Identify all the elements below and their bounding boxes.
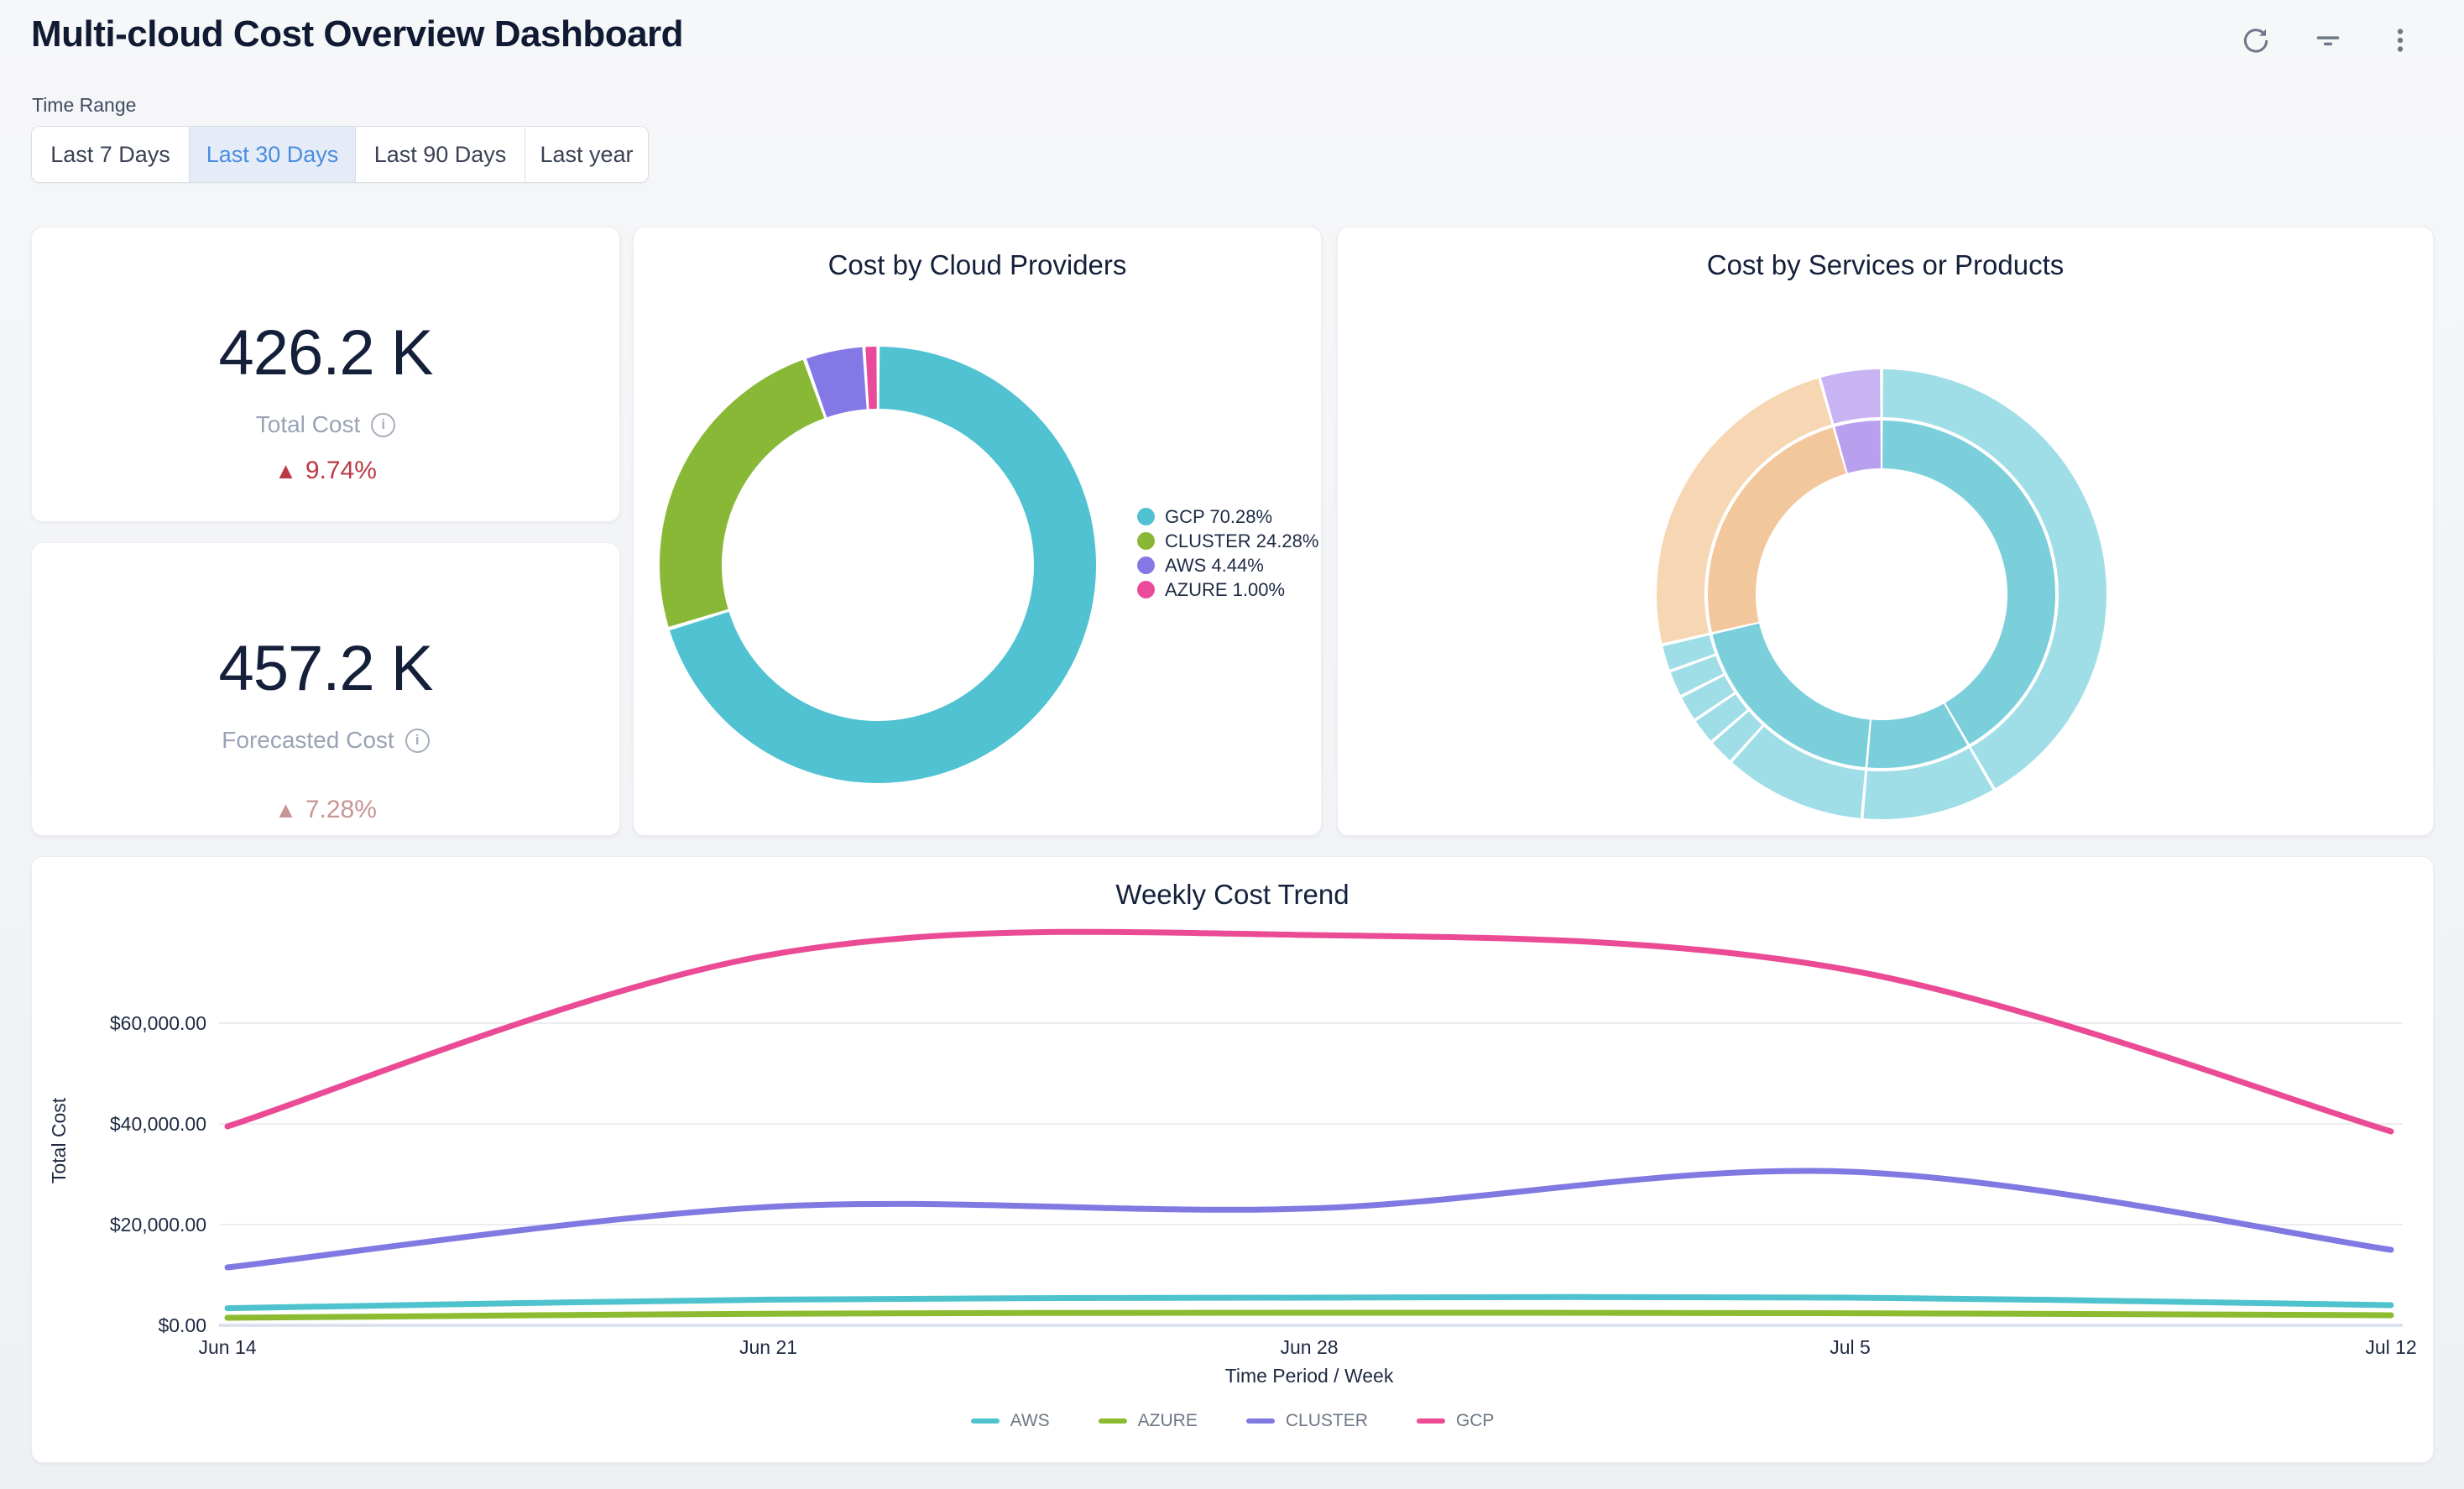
total-cost-card: 426.2 K Total Cost i ▲ 9.74% (31, 227, 620, 522)
forecasted-cost-delta: ▲ 7.28% (274, 795, 377, 825)
legend-dash (971, 1418, 1000, 1424)
legend-label: GCP (1456, 1411, 1495, 1431)
legend-label: AWS (1010, 1411, 1050, 1431)
total-cost-value: 426.2 K (219, 310, 433, 397)
total-cost-delta: ▲ 9.74% (274, 456, 377, 486)
svg-text:$40,000.00: $40,000.00 (110, 1113, 206, 1135)
svg-text:Jun 14: Jun 14 (198, 1336, 256, 1358)
legend-dot (1137, 556, 1155, 574)
legend-label: AZURE (1138, 1411, 1198, 1431)
cloud-providers-legend: GCP 70.28%CLUSTER 24.28%AWS 4.44%AZURE 1… (1137, 505, 1322, 603)
svg-text:$20,000.00: $20,000.00 (110, 1214, 206, 1236)
time-range-label: Time Range (32, 94, 136, 117)
time-range-button-last-30-days[interactable]: Last 30 Days (190, 127, 356, 182)
svg-text:Time Period / Week: Time Period / Week (1225, 1365, 1394, 1387)
dashboard-root: Multi-cloud Cost Overview Dashboard Time… (0, 0, 2464, 1489)
legend-label: CLUSTER 24.28% (1165, 530, 1318, 553)
time-range-button-group: Last 7 Days Last 30 Days Last 90 Days La… (31, 126, 649, 183)
svg-text:Jun 21: Jun 21 (739, 1336, 797, 1358)
svg-text:$0.00: $0.00 (158, 1314, 206, 1336)
legend-dot (1137, 532, 1155, 550)
weekly-cost-trend-card: Weekly Cost Trend $0.00$20,000.00$40,000… (31, 856, 2434, 1463)
svg-text:Jun 28: Jun 28 (1280, 1336, 1338, 1358)
time-range-button-last-90-days[interactable]: Last 90 Days (356, 127, 525, 182)
svg-text:$60,000.00: $60,000.00 (110, 1012, 206, 1034)
delta-value: 9.74% (305, 456, 377, 486)
legend-dot (1137, 581, 1155, 598)
services-sunburst-chart[interactable] (1338, 227, 2433, 835)
svg-text:Total Cost: Total Cost (48, 1097, 70, 1183)
legend-item-aws[interactable]: AWS 4.44% (1137, 554, 1322, 577)
cost-by-services-card: Cost by Services or Products (1337, 227, 2434, 836)
total-cost-label: Total Cost i (256, 410, 396, 439)
filter-icon[interactable] (2311, 24, 2345, 57)
forecasted-cost-value: 457.2 K (219, 625, 433, 713)
legend-dot (1137, 508, 1155, 525)
header-actions (2239, 24, 2417, 57)
forecasted-cost-card: 457.2 K Forecasted Cost i ▲ 7.28% (31, 542, 620, 836)
svg-text:Jul 5: Jul 5 (1830, 1336, 1871, 1358)
trend-legend-item-gcp[interactable]: GCP (1417, 1411, 1495, 1431)
svg-text:Jul 12: Jul 12 (2365, 1336, 2416, 1358)
delta-value: 7.28% (305, 795, 377, 825)
legend-item-azure[interactable]: AZURE 1.00% (1137, 578, 1322, 602)
legend-label: AWS 4.44% (1165, 554, 1264, 577)
info-icon[interactable]: i (405, 729, 430, 753)
forecasted-cost-label-text: Forecasted Cost (222, 726, 394, 755)
delta-up-icon: ▲ (274, 456, 297, 486)
legend-label: AZURE 1.00% (1165, 578, 1285, 602)
total-cost-label-text: Total Cost (256, 410, 361, 439)
legend-dash (1417, 1418, 1445, 1424)
info-icon[interactable]: i (371, 413, 395, 437)
legend-item-gcp[interactable]: GCP 70.28% (1137, 505, 1322, 529)
refresh-icon[interactable] (2239, 24, 2273, 57)
trend-legend-item-aws[interactable]: AWS (971, 1411, 1050, 1431)
legend-label: CLUSTER (1286, 1411, 1368, 1431)
legend-dash (1246, 1418, 1275, 1424)
page-title: Multi-cloud Cost Overview Dashboard (31, 13, 683, 55)
cost-by-cloud-providers-card: Cost by Cloud Providers GCP 70.28%CLUSTE… (633, 227, 1322, 836)
more-options-icon[interactable] (2383, 24, 2417, 57)
trend-legend: AWS AZURE CLUSTER GCP (32, 1411, 2433, 1431)
time-range-button-last-7-days[interactable]: Last 7 Days (32, 127, 190, 182)
delta-up-icon: ▲ (274, 795, 297, 825)
legend-item-cluster[interactable]: CLUSTER 24.28% (1137, 530, 1322, 553)
trend-legend-item-cluster[interactable]: CLUSTER (1246, 1411, 1368, 1431)
weekly-cost-trend-chart[interactable]: $0.00 $20,000.00 $40,000.00 $60,000.00 Jun 1… (32, 857, 2433, 1462)
time-range-button-last-year[interactable]: Last year (525, 127, 648, 182)
trend-legend-item-azure[interactable]: AZURE (1099, 1411, 1198, 1431)
legend-label: GCP 70.28% (1165, 505, 1272, 529)
forecasted-cost-label: Forecasted Cost i (222, 726, 429, 755)
legend-dash (1099, 1418, 1127, 1424)
